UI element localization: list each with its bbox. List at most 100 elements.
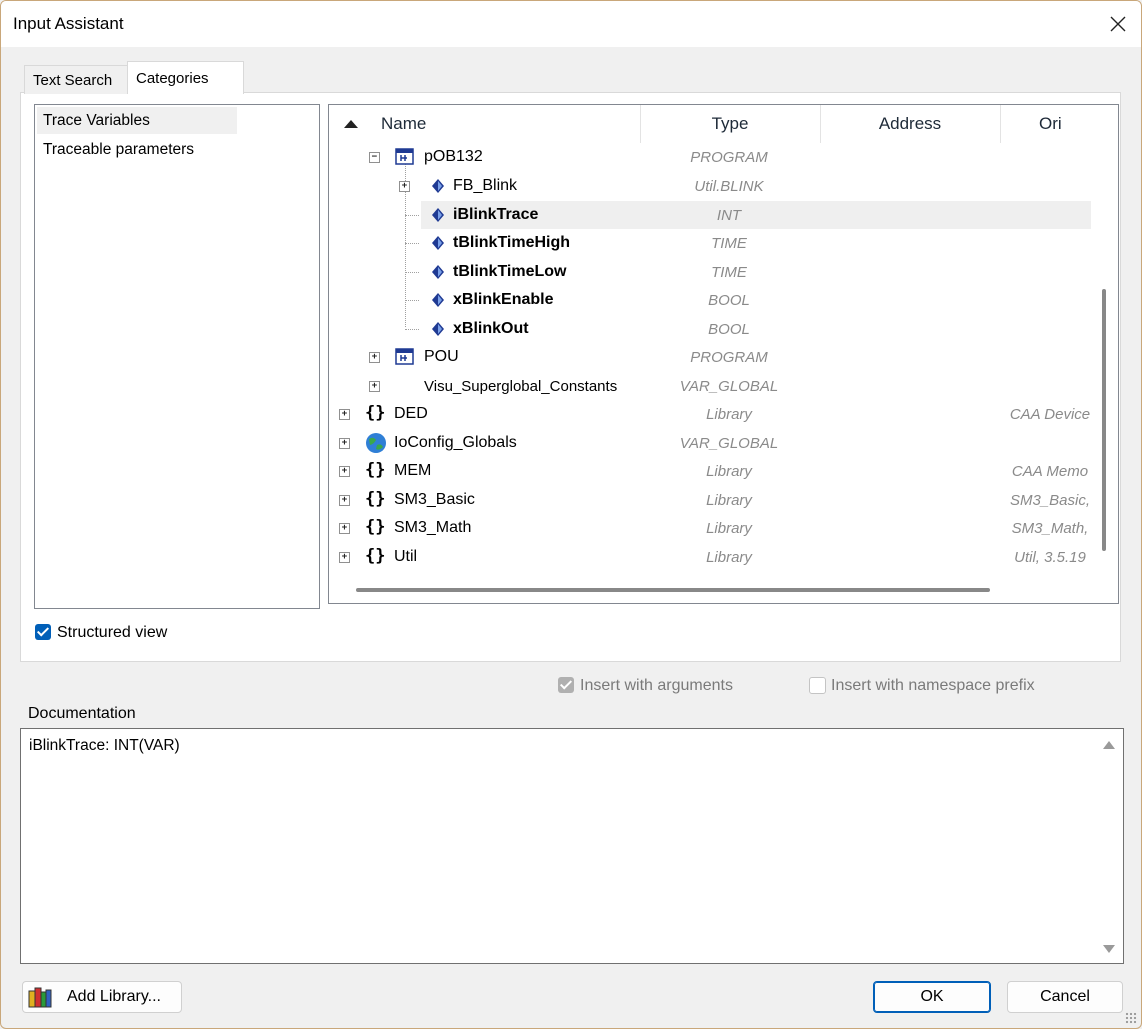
row-type: Library bbox=[706, 462, 752, 480]
tree-row-iblinktrace[interactable]: iBlinkTrace INT bbox=[421, 201, 1091, 229]
library-icon: {} bbox=[365, 546, 386, 566]
expand-icon[interactable]: + bbox=[369, 381, 380, 392]
library-icon: {} bbox=[365, 403, 386, 423]
row-name: xBlinkOut bbox=[453, 320, 529, 337]
insert-with-namespace-label: Insert with namespace prefix bbox=[831, 677, 1035, 694]
variable-icon bbox=[431, 292, 445, 308]
close-icon bbox=[1110, 16, 1126, 32]
row-type: TIME bbox=[711, 234, 747, 252]
library-icon: {} bbox=[365, 460, 386, 480]
expand-icon[interactable]: + bbox=[339, 523, 350, 534]
row-name: POU bbox=[424, 348, 459, 365]
collapse-icon[interactable]: − bbox=[369, 152, 380, 163]
scroll-down-icon[interactable] bbox=[1103, 945, 1115, 953]
row-origin: CAA Device bbox=[1009, 405, 1091, 423]
tree-row-tblinktimehigh[interactable]: tBlinkTimeHigh TIME bbox=[329, 229, 1091, 257]
row-type: Library bbox=[706, 491, 752, 509]
row-type: VAR_GLOBAL bbox=[679, 434, 779, 452]
row-origin: CAA Memo bbox=[1011, 462, 1089, 480]
ok-button[interactable]: OK bbox=[873, 981, 991, 1013]
category-item-trace-variables[interactable]: Trace Variables bbox=[37, 107, 237, 134]
insert-with-namespace-checkbox[interactable] bbox=[809, 677, 826, 694]
expand-icon[interactable]: + bbox=[339, 466, 350, 477]
tree-row-tblinktimelow[interactable]: tBlinkTimeLow TIME bbox=[329, 258, 1091, 286]
category-item-traceable-parameters[interactable]: Traceable parameters bbox=[37, 136, 237, 163]
row-name: FB_Blink bbox=[453, 177, 518, 194]
row-name: tBlinkTimeHigh bbox=[453, 234, 571, 251]
tree-connector bbox=[405, 215, 419, 216]
horizontal-scrollbar[interactable] bbox=[356, 588, 990, 592]
sort-ascending-icon[interactable] bbox=[344, 120, 358, 128]
tree-row-sm3-math[interactable]: + {} SM3_Math Library SM3_Math, bbox=[329, 514, 1091, 542]
cancel-button[interactable]: Cancel bbox=[1007, 981, 1123, 1013]
insert-with-arguments-label: Insert with arguments bbox=[580, 677, 733, 694]
tab-categories[interactable]: Categories bbox=[127, 61, 244, 94]
variable-icon bbox=[431, 235, 445, 251]
row-type: PROGRAM bbox=[690, 148, 768, 166]
tree-row-visu-superglobal-constants[interactable]: + Visu_Superglobal_Constants VAR_GLOBAL bbox=[329, 372, 1091, 400]
structured-view-label: Structured view bbox=[57, 624, 168, 641]
add-library-label: Add Library... bbox=[67, 988, 161, 1005]
variable-icon bbox=[431, 178, 445, 194]
library-books-icon bbox=[27, 985, 53, 1009]
column-header-type[interactable]: Type bbox=[640, 105, 820, 143]
expand-icon[interactable]: + bbox=[339, 409, 350, 420]
library-icon: {} bbox=[365, 517, 386, 537]
tree-row-ioconfig-globals[interactable]: + IoConfig_Globals VAR_GLOBAL bbox=[329, 429, 1091, 457]
row-type: Library bbox=[706, 548, 752, 566]
row-origin: SM3_Math, bbox=[1011, 519, 1089, 537]
row-type: PROGRAM bbox=[690, 348, 768, 366]
tree-row-mem[interactable]: + {} MEM Library CAA Memo bbox=[329, 457, 1091, 485]
variable-icon bbox=[431, 207, 445, 223]
column-header-name[interactable]: Name bbox=[381, 105, 426, 143]
row-name: tBlinkTimeLow bbox=[453, 263, 567, 280]
column-header-origin[interactable]: Ori bbox=[1039, 105, 1062, 143]
vertical-scrollbar[interactable] bbox=[1102, 289, 1106, 551]
library-icon: {} bbox=[365, 489, 386, 509]
row-type: Library bbox=[706, 405, 752, 423]
expand-icon[interactable]: + bbox=[369, 352, 380, 363]
column-divider[interactable] bbox=[1000, 105, 1001, 143]
row-name: Visu_Superglobal_Constants bbox=[424, 377, 618, 395]
globe-icon bbox=[364, 431, 388, 455]
tree-row-sm3-basic[interactable]: + {} SM3_Basic Library SM3_Basic, bbox=[329, 486, 1091, 514]
add-library-button[interactable]: Add Library... bbox=[22, 981, 182, 1013]
documentation-box[interactable]: iBlinkTrace: INT(VAR) bbox=[20, 728, 1124, 964]
variable-tree[interactable]: Name Type Address Ori − pOB132 PROGRAM + bbox=[328, 104, 1119, 604]
row-type: TIME bbox=[711, 263, 747, 281]
expand-icon[interactable]: + bbox=[339, 552, 350, 563]
category-list[interactable]: Trace Variables Traceable parameters bbox=[34, 104, 320, 609]
row-origin: SM3_Basic, bbox=[1009, 491, 1091, 509]
insert-with-arguments-checkbox[interactable] bbox=[558, 677, 574, 693]
row-type: Library bbox=[706, 519, 752, 537]
expand-icon[interactable]: + bbox=[399, 181, 410, 192]
title-bar: Input Assistant bbox=[1, 1, 1141, 47]
documentation-text: iBlinkTrace: INT(VAR) bbox=[29, 737, 180, 754]
scroll-up-icon[interactable] bbox=[1103, 741, 1115, 749]
row-name: pOB132 bbox=[424, 148, 483, 165]
program-icon bbox=[395, 146, 415, 166]
row-type: Util.BLINK bbox=[694, 177, 764, 195]
documentation-label: Documentation bbox=[28, 705, 136, 722]
expand-icon[interactable]: + bbox=[339, 495, 350, 506]
row-type: BOOL bbox=[708, 291, 750, 309]
tree-row-pou[interactable]: + POU PROGRAM bbox=[329, 343, 1091, 371]
row-origin: Util, 3.5.19 bbox=[1014, 548, 1086, 566]
row-name: SM3_Basic bbox=[394, 491, 475, 508]
tree-row-xblinkout[interactable]: xBlinkOut BOOL bbox=[329, 315, 1091, 343]
structured-view-checkbox[interactable] bbox=[35, 624, 51, 640]
program-icon bbox=[395, 346, 415, 366]
row-name: MEM bbox=[394, 462, 432, 479]
expand-icon[interactable]: + bbox=[339, 438, 350, 449]
row-name: xBlinkEnable bbox=[453, 291, 554, 308]
tree-row-ded[interactable]: + {} DED Library CAA Device bbox=[329, 400, 1091, 428]
row-type: VAR_GLOBAL bbox=[679, 377, 779, 395]
resize-grip-icon[interactable] bbox=[1125, 1012, 1137, 1024]
tree-row-pob132[interactable]: − pOB132 PROGRAM bbox=[329, 143, 1091, 171]
tree-row-util[interactable]: + {} Util Library Util, 3.5.19 bbox=[329, 543, 1091, 571]
row-name: DED bbox=[394, 405, 428, 422]
tree-row-fb-blink[interactable]: + FB_Blink Util.BLINK bbox=[329, 172, 1091, 200]
close-button[interactable] bbox=[1095, 1, 1141, 47]
tree-row-xblinkenable[interactable]: xBlinkEnable BOOL bbox=[329, 286, 1091, 314]
column-header-address[interactable]: Address bbox=[820, 105, 1000, 143]
